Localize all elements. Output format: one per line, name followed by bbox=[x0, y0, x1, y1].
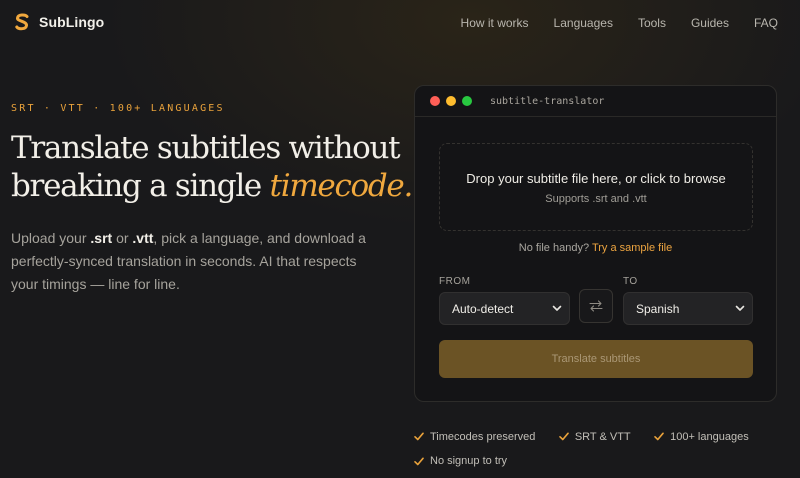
nav-guides[interactable]: Guides bbox=[691, 16, 729, 30]
check-icon bbox=[414, 457, 424, 465]
hero-eyebrow: SRT · VTT · 100+ LANGUAGES bbox=[11, 103, 225, 114]
swap-arrows-icon bbox=[589, 300, 603, 312]
from-label: FROM bbox=[439, 276, 471, 287]
dropzone-title: Drop your subtitle file here, or click t… bbox=[466, 171, 726, 186]
brand-name: SubLingo bbox=[39, 14, 105, 30]
translator-panel: subtitle-translator Drop your subtitle f… bbox=[414, 85, 777, 402]
top-nav: How it works Languages Tools Guides FAQ bbox=[436, 16, 778, 30]
nav-how-it-works[interactable]: How it works bbox=[461, 16, 529, 30]
lede-vtt: .vtt bbox=[132, 230, 154, 246]
file-dropzone[interactable]: Drop your subtitle file here, or click t… bbox=[439, 143, 753, 231]
maximize-dot-icon bbox=[462, 96, 472, 106]
translate-button[interactable]: Translate subtitles bbox=[439, 340, 753, 378]
window-title: subtitle-translator bbox=[490, 95, 605, 107]
to-label: TO bbox=[623, 276, 638, 287]
from-language-value: Auto-detect bbox=[452, 301, 514, 316]
to-language-value: Spanish bbox=[636, 301, 680, 316]
minimize-dot-icon bbox=[446, 96, 456, 106]
headline-line-1: Translate subtitles without bbox=[11, 130, 401, 166]
hero-headline: Translate subtitles without breaking a s… bbox=[11, 129, 414, 205]
lede-text: Upload your bbox=[11, 230, 91, 246]
feature-list: Timecodes preserved SRT & VTT 100+ langu… bbox=[414, 428, 794, 477]
sample-file-link[interactable]: Try a sample file bbox=[592, 242, 672, 254]
lede-text: or bbox=[112, 230, 133, 246]
hero-lede: Upload your .srt or .vtt, pick a languag… bbox=[11, 227, 371, 296]
check-icon bbox=[559, 432, 569, 441]
logo[interactable]: SubLingo bbox=[14, 12, 104, 32]
headline-line-2: breaking a single bbox=[11, 168, 270, 204]
feature-item: SRT & VTT bbox=[559, 431, 631, 443]
close-dot-icon bbox=[430, 96, 440, 106]
logo-icon bbox=[15, 13, 29, 31]
swap-languages-button[interactable] bbox=[579, 289, 613, 323]
from-language-select[interactable]: Auto-detect bbox=[439, 292, 570, 325]
feature-label: 100+ languages bbox=[670, 430, 749, 443]
feature-item: No signup to try bbox=[414, 455, 507, 467]
check-icon bbox=[654, 432, 664, 441]
chevron-down-icon bbox=[552, 305, 562, 311]
to-language-select[interactable]: Spanish bbox=[623, 292, 753, 325]
window-titlebar: subtitle-translator bbox=[415, 86, 776, 117]
feature-label: SRT & VTT bbox=[574, 430, 631, 443]
check-icon bbox=[414, 432, 424, 441]
feature-label: Timecodes preserved bbox=[430, 430, 536, 443]
sample-file-prompt: No file handy? Try a sample file bbox=[415, 242, 776, 254]
sample-prompt-text: No file handy? bbox=[518, 242, 590, 254]
headline-accent: timecode. bbox=[269, 168, 414, 204]
feature-label: No signup to try bbox=[430, 455, 508, 467]
dropzone-subtitle: Supports .srt and .vtt bbox=[545, 193, 647, 205]
nav-tools[interactable]: Tools bbox=[638, 16, 666, 30]
feature-item: 100+ languages bbox=[654, 431, 749, 443]
nav-faq[interactable]: FAQ bbox=[754, 16, 778, 30]
chevron-down-icon bbox=[735, 305, 745, 311]
nav-languages[interactable]: Languages bbox=[554, 16, 613, 30]
feature-item: Timecodes preserved bbox=[414, 431, 535, 443]
lede-srt: .srt bbox=[90, 230, 113, 246]
